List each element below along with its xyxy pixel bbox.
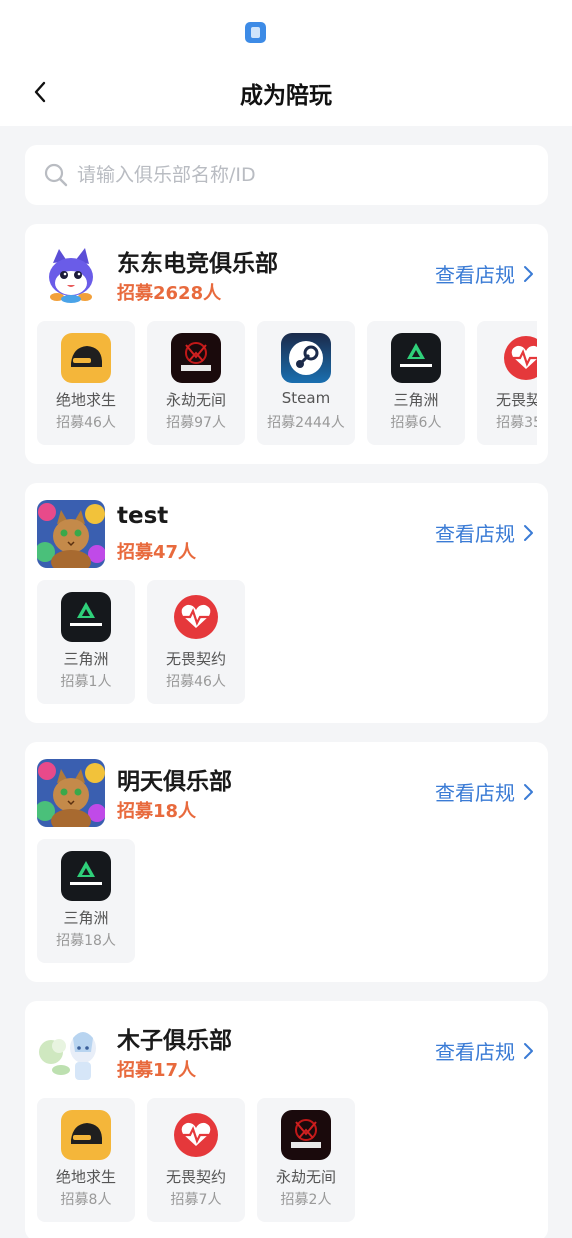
- game-name: Steam: [281, 389, 331, 407]
- game-tile[interactable]: 永劫无间 招募97人: [147, 321, 245, 445]
- game-tile[interactable]: 三角洲 招募18人: [37, 839, 135, 963]
- game-recruit-count: 招募46人: [56, 415, 116, 431]
- club-avatar: [37, 500, 105, 568]
- game-recruit-count: 招募35人: [496, 415, 537, 431]
- delta-force-icon: [391, 333, 441, 383]
- game-tile[interactable]: 永劫无间 招募2人: [257, 1098, 355, 1222]
- chevron-right-icon: [524, 1042, 533, 1059]
- heartbeat-icon: [171, 592, 221, 642]
- game-tile[interactable]: 三角洲 招募1人: [37, 580, 135, 704]
- game-recruit-count: 招募8人: [60, 1192, 112, 1208]
- club-card[interactable]: 木子俱乐部 招募17人 查看店规 绝地求生 招募8人 无畏契约 招募7人 永劫无…: [25, 1001, 548, 1238]
- delta-force-icon: [61, 851, 111, 901]
- games-strip[interactable]: 三角洲 招募18人: [37, 839, 537, 965]
- game-name: 绝地求生: [55, 391, 116, 409]
- naraka-icon: [281, 1110, 331, 1160]
- game-recruit-count: 招募6人: [390, 415, 442, 431]
- game-tile[interactable]: 无畏契约 招募35人: [477, 321, 537, 445]
- game-recruit-count: 招募2444人: [267, 415, 345, 431]
- game-recruit-count: 招募97人: [166, 415, 226, 431]
- game-name: 无畏契约: [165, 650, 226, 668]
- game-name: 永劫无间: [165, 391, 226, 409]
- search-icon: [44, 163, 68, 187]
- game-name: 无畏契约: [165, 1168, 226, 1186]
- game-tile[interactable]: Steam 招募2444人: [257, 321, 355, 445]
- game-tile[interactable]: 绝地求生 招募46人: [37, 321, 135, 445]
- app-notification-icon: [245, 22, 266, 43]
- club-card[interactable]: 东东电竞俱乐部 招募2628人 查看店规 绝地求生 招募46人 永劫无间 招募9…: [25, 224, 548, 464]
- club-recruit-count: 招募18人: [117, 801, 197, 822]
- club-name: 明天俱乐部: [117, 769, 232, 795]
- search-input[interactable]: [77, 164, 507, 186]
- game-name: 三角洲: [63, 909, 109, 927]
- delta-force-icon: [61, 592, 111, 642]
- steam-icon: [281, 333, 331, 383]
- view-rules-label: 查看店规: [435, 1040, 515, 1064]
- page-title: 成为陪玩: [240, 83, 332, 109]
- view-rules-link[interactable]: 查看店规: [435, 518, 534, 547]
- game-recruit-count: 招募46人: [166, 674, 226, 690]
- naraka-icon: [171, 333, 221, 383]
- club-recruit-count: 招募17人: [117, 1060, 197, 1081]
- heartbeat-icon: [171, 1110, 221, 1160]
- game-name: 绝地求生: [55, 1168, 116, 1186]
- club-avatar: [37, 241, 105, 309]
- view-rules-link[interactable]: 查看店规: [435, 1036, 534, 1065]
- club-card[interactable]: test 招募47人 查看店规 三角洲 招募1人 无畏契约 招募46人: [25, 483, 548, 723]
- chevron-right-icon: [524, 783, 533, 800]
- game-name: 三角洲: [63, 650, 109, 668]
- game-name: 无畏契约: [495, 391, 537, 409]
- game-recruit-count: 招募2人: [280, 1192, 332, 1208]
- heartbeat-icon: [501, 333, 537, 383]
- game-tile[interactable]: 无畏契约 招募46人: [147, 580, 245, 704]
- games-strip[interactable]: 绝地求生 招募46人 永劫无间 招募97人 Steam 招募2444人 三角洲 …: [37, 321, 537, 447]
- helmet-icon: [61, 1110, 111, 1160]
- games-strip[interactable]: 绝地求生 招募8人 无畏契约 招募7人 永劫无间 招募2人: [37, 1098, 537, 1224]
- club-name: 东东电竞俱乐部: [117, 251, 278, 277]
- view-rules-label: 查看店规: [435, 522, 515, 546]
- club-card[interactable]: 明天俱乐部 招募18人 查看店规 三角洲 招募18人: [25, 742, 548, 982]
- club-recruit-count: 招募47人: [117, 542, 197, 563]
- game-tile[interactable]: 无畏契约 招募7人: [147, 1098, 245, 1222]
- view-rules-label: 查看店规: [435, 263, 515, 287]
- game-recruit-count: 招募18人: [56, 933, 116, 949]
- game-tile[interactable]: 三角洲 招募6人: [367, 321, 465, 445]
- games-strip[interactable]: 三角洲 招募1人 无畏契约 招募46人: [37, 580, 537, 706]
- helmet-icon: [61, 333, 111, 383]
- game-name: 三角洲: [393, 391, 439, 409]
- game-name: 永劫无间: [275, 1168, 336, 1186]
- nav-bar: 成为陪玩: [0, 60, 572, 126]
- club-name: 木子俱乐部: [117, 1028, 232, 1054]
- game-recruit-count: 招募1人: [60, 674, 112, 690]
- status-bar: [0, 0, 572, 60]
- chevron-right-icon: [524, 265, 533, 282]
- game-tile[interactable]: 绝地求生 招募8人: [37, 1098, 135, 1222]
- chevron-right-icon: [524, 524, 533, 541]
- club-recruit-count: 招募2628人: [117, 283, 222, 304]
- club-name: test: [117, 503, 169, 529]
- game-recruit-count: 招募7人: [170, 1192, 222, 1208]
- view-rules-label: 查看店规: [435, 781, 515, 805]
- view-rules-link[interactable]: 查看店规: [435, 777, 534, 806]
- club-avatar: [37, 1018, 105, 1086]
- view-rules-link[interactable]: 查看店规: [435, 259, 534, 288]
- search-box[interactable]: [25, 145, 548, 205]
- club-avatar: [37, 759, 105, 827]
